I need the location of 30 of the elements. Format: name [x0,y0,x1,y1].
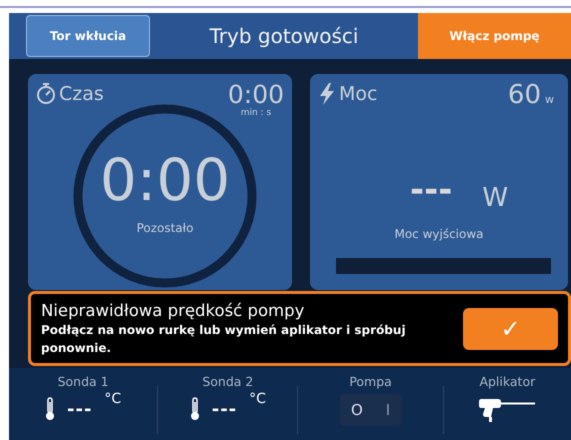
set-time: 0:00 [228,82,284,108]
remaining-label: Pozostało [136,221,194,235]
temperature-unit: °C [249,391,266,407]
thermometer-icon [45,397,55,421]
status-label: Aplikator [479,374,536,389]
remaining-time: 0:00 [100,149,230,211]
card-label: Czas [59,82,104,106]
temperature-unit: °C [104,391,122,407]
output-power: --- [410,175,452,205]
screen-title: Tryb gotowości [208,24,360,48]
probe-temperature: --- [67,398,92,420]
output-unit: W [482,183,508,213]
output-label: Moc wyjściowa [393,227,485,241]
alert-title: Nieprawidłowa prędkość pompy [41,300,306,320]
stopwatch-icon [36,82,56,104]
alert-message: Podłącz na nowo rurkę lub wymień aplikator i spróbuj ponownie. [41,322,407,356]
pump-switch[interactable]: O I [340,394,402,426]
time-unit: min : s [240,108,272,118]
thermometer-icon [190,397,200,421]
start-pump-button[interactable]: Włącz pompę [418,13,571,59]
card-label: Moc [339,82,378,106]
back-button[interactable]: Tor wkłucia [26,15,150,57]
status-label: Sonda 2 [202,374,254,389]
status-label: Pompa [349,374,392,389]
confirm-button[interactable]: ✓ [463,308,558,350]
probe-temperature: --- [212,398,238,420]
power-unit: w [545,93,554,106]
lightning-icon [318,82,336,106]
set-power: 60 [508,82,541,108]
status-label: Sonda 1 [58,374,109,389]
